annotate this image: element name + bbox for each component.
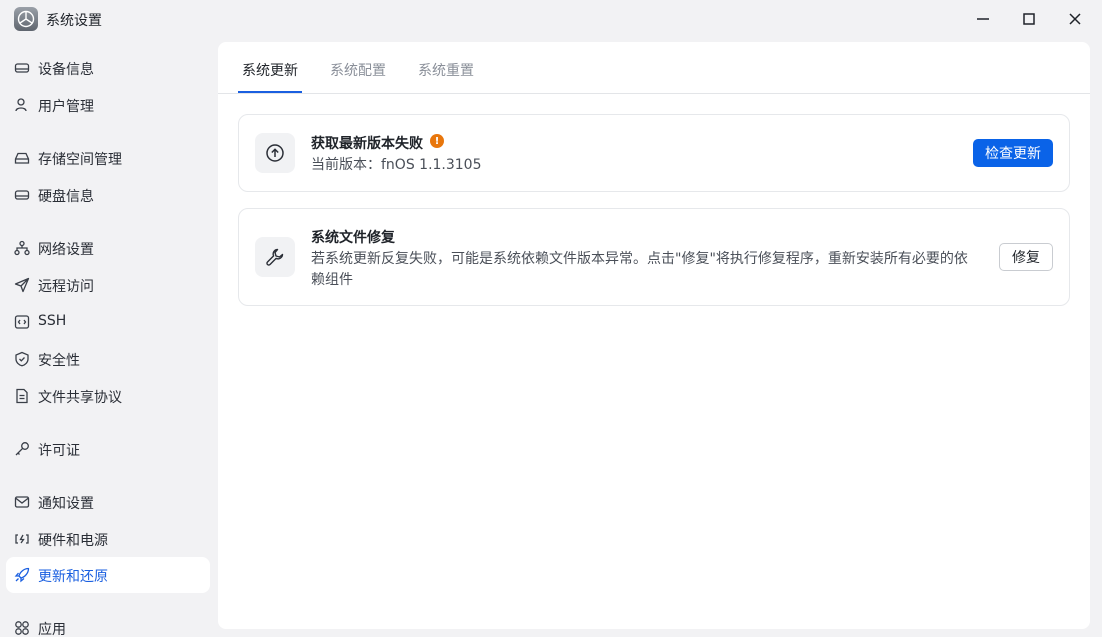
sidebar-item-label: 更新和还原	[38, 569, 108, 585]
tab-bar: 系统更新 系统配置 系统重置	[218, 42, 1090, 94]
sidebar-item-label: SSH	[38, 313, 67, 329]
window-title: 系统设置	[46, 13, 102, 29]
close-button[interactable]	[1060, 4, 1090, 34]
sidebar-item-user-management[interactable]: 用户管理	[6, 87, 210, 123]
maximize-icon	[1023, 13, 1035, 25]
active-tab-indicator	[238, 91, 302, 93]
wrench-icon	[255, 237, 295, 277]
key-icon	[14, 441, 30, 457]
sidebar-item-label: 网络设置	[38, 242, 94, 258]
app-logo-icon	[14, 7, 38, 31]
minimize-button[interactable]	[968, 4, 998, 34]
sidebar-item-label: 许可证	[38, 443, 80, 459]
main-panel: 系统更新 系统配置 系统重置 获取最新版本失败 ! 当前版本：fnOS 1.1.…	[218, 42, 1090, 629]
tab-system-config[interactable]: 系统配置	[330, 60, 386, 80]
sidebar-item-label: 通知设置	[38, 496, 94, 512]
send-icon	[14, 277, 30, 293]
repair-button[interactable]: 修复	[999, 243, 1053, 271]
shield-icon	[14, 351, 30, 367]
sidebar: 设备信息 用户管理 存储空间管理 硬盘信息 网络设置 远程访问 SSH 安全性 …	[0, 46, 216, 637]
sidebar-item-label: 设备信息	[38, 62, 94, 78]
sidebar-item-hardware-power[interactable]: 硬件和电源	[6, 521, 210, 557]
title-bar: 系统设置	[0, 0, 1102, 40]
rocket-icon	[14, 567, 30, 583]
device-icon	[14, 60, 30, 76]
sidebar-item-label: 安全性	[38, 353, 80, 369]
sidebar-item-remote-access[interactable]: 远程访问	[6, 267, 210, 303]
sidebar-item-license[interactable]: 许可证	[6, 431, 210, 467]
repair-description: 若系统更新反复失败，可能是系统依赖文件版本异常。点击"修复"将执行修复程序，重新…	[311, 251, 968, 288]
sidebar-item-network[interactable]: 网络设置	[6, 230, 210, 266]
sidebar-item-update-restore[interactable]: 更新和还原	[6, 557, 210, 593]
sidebar-item-label: 应用	[38, 622, 66, 637]
sidebar-item-label: 远程访问	[38, 279, 94, 295]
tab-system-update[interactable]: 系统更新	[242, 60, 298, 80]
power-icon	[14, 531, 30, 547]
sidebar-item-label: 用户管理	[38, 99, 94, 115]
current-version: 当前版本：fnOS 1.1.3105	[311, 157, 482, 173]
repair-card: 系统文件修复 若系统更新反复失败，可能是系统依赖文件版本异常。点击"修复"将执行…	[238, 208, 1070, 306]
sidebar-item-label: 存储空间管理	[38, 152, 122, 168]
upload-icon	[255, 133, 295, 173]
check-update-button[interactable]: 检查更新	[973, 139, 1053, 167]
sidebar-item-notifications[interactable]: 通知设置	[6, 484, 210, 520]
sidebar-item-file-sharing[interactable]: 文件共享协议	[6, 378, 210, 414]
sidebar-item-apps[interactable]: 应用	[6, 610, 210, 637]
update-status-title: 获取最新版本失败	[311, 136, 423, 152]
user-icon	[14, 97, 30, 113]
apps-icon	[14, 620, 30, 636]
minimize-icon	[977, 18, 989, 20]
disk-icon	[14, 187, 30, 203]
code-icon	[14, 314, 30, 330]
update-card: 获取最新版本失败 ! 当前版本：fnOS 1.1.3105 检查更新	[238, 114, 1070, 192]
sidebar-item-label: 文件共享协议	[38, 390, 122, 406]
sidebar-item-device-info[interactable]: 设备信息	[6, 50, 210, 86]
repair-title: 系统文件修复	[311, 230, 395, 246]
close-icon	[1069, 13, 1081, 25]
sidebar-item-label: 硬盘信息	[38, 189, 94, 205]
mail-icon	[14, 494, 30, 510]
sidebar-item-disk-info[interactable]: 硬盘信息	[6, 177, 210, 213]
tab-system-reset[interactable]: 系统重置	[418, 60, 474, 80]
sidebar-item-label: 硬件和电源	[38, 533, 108, 549]
storage-icon	[14, 150, 30, 166]
maximize-button[interactable]	[1014, 4, 1044, 34]
sidebar-item-storage[interactable]: 存储空间管理	[6, 140, 210, 176]
document-icon	[14, 388, 30, 404]
warning-icon: !	[430, 134, 444, 148]
network-icon	[14, 240, 30, 256]
sidebar-item-security[interactable]: 安全性	[6, 341, 210, 377]
sidebar-item-ssh[interactable]: SSH	[6, 304, 210, 340]
